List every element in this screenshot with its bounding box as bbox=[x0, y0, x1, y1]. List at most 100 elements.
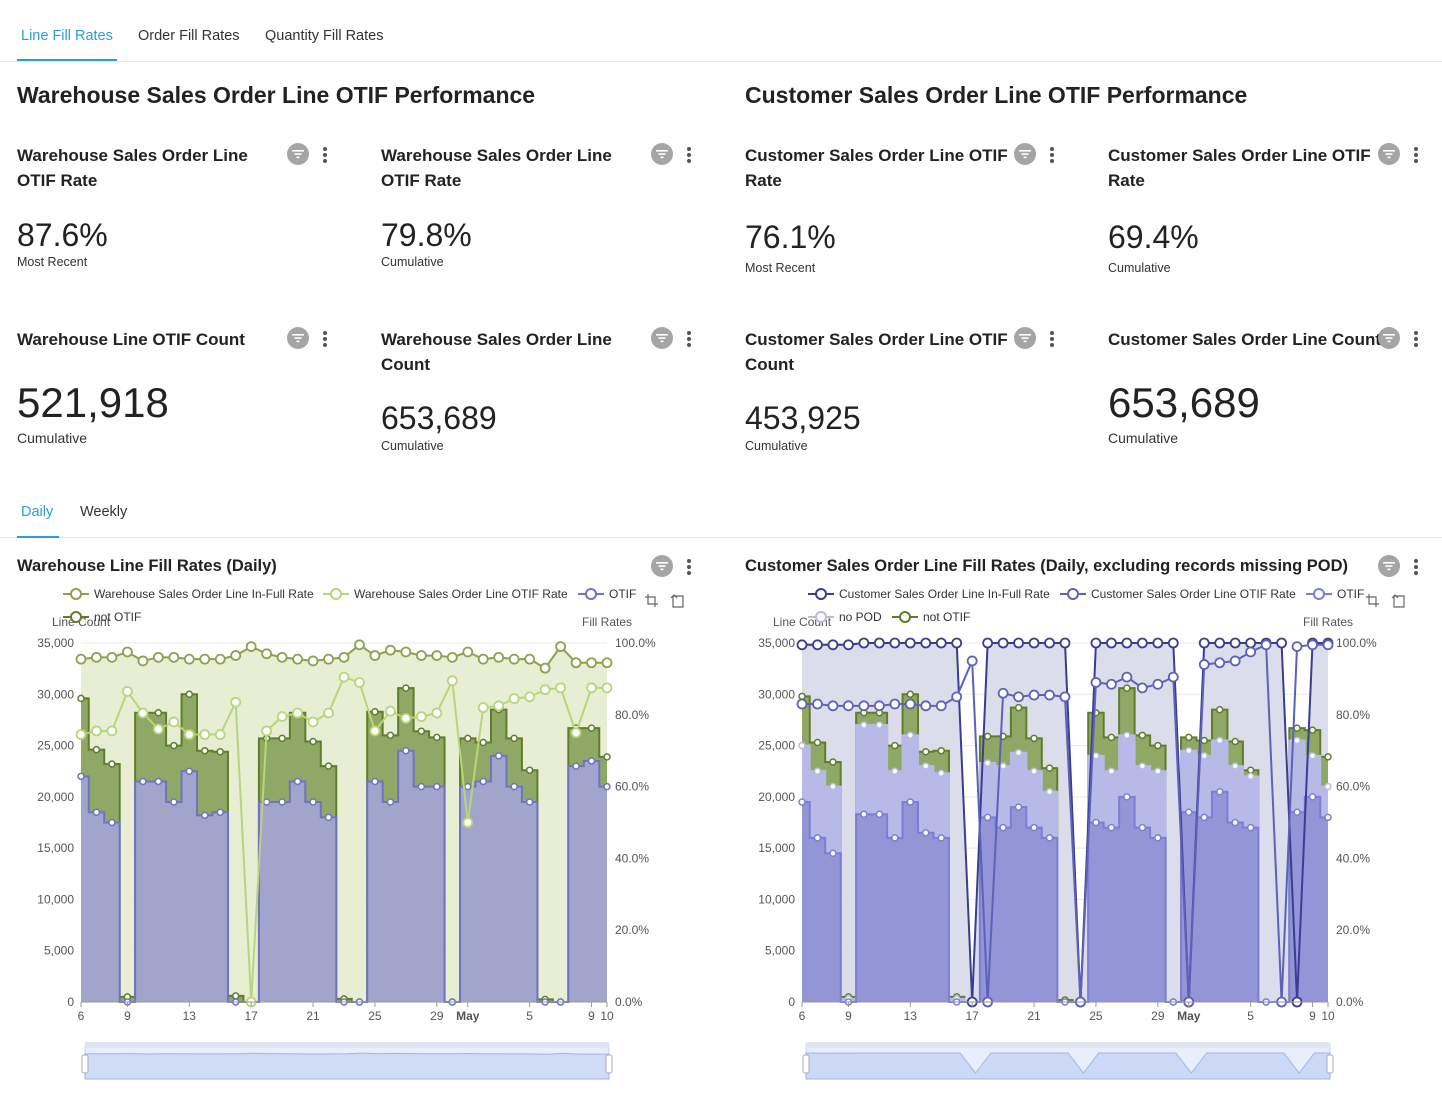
otif-point[interactable] bbox=[1324, 813, 1332, 822]
otif-rate-point[interactable] bbox=[539, 684, 551, 696]
data-zoom-handle-left[interactable] bbox=[81, 1054, 89, 1074]
not-otif-point[interactable] bbox=[829, 758, 837, 766]
otif-rate-point[interactable] bbox=[183, 729, 195, 740]
not-otif-point[interactable] bbox=[1030, 734, 1038, 743]
filter-icon[interactable] bbox=[1014, 143, 1036, 165]
not-otif-point[interactable] bbox=[1154, 741, 1162, 750]
in-full-rate-point[interactable] bbox=[812, 639, 823, 651]
filter-icon[interactable] bbox=[651, 143, 673, 165]
no-pod-point[interactable] bbox=[813, 767, 822, 775]
in-full-rate-point[interactable] bbox=[400, 646, 412, 658]
otif-rate-point[interactable] bbox=[75, 729, 87, 740]
legend-item-otif-rate[interactable]: Customer Sales Order Line OTIF Rate bbox=[1091, 587, 1296, 601]
otif-rate-point[interactable] bbox=[1291, 641, 1303, 652]
not-otif-point[interactable] bbox=[201, 746, 209, 755]
otif-point[interactable] bbox=[999, 823, 1007, 832]
otif-point[interactable] bbox=[1107, 823, 1116, 832]
otif-rate-point[interactable] bbox=[1106, 678, 1117, 690]
filter-icon[interactable] bbox=[1378, 555, 1400, 577]
no-pod-point[interactable] bbox=[1231, 762, 1239, 770]
otif-rate-point[interactable] bbox=[1245, 646, 1257, 658]
in-full-rate-point[interactable] bbox=[997, 637, 1009, 649]
in-full-rate-point[interactable] bbox=[796, 639, 808, 651]
not-otif-point[interactable] bbox=[1215, 705, 1224, 714]
in-full-rate-point[interactable] bbox=[199, 653, 211, 665]
not-otif-point[interactable] bbox=[417, 727, 426, 735]
in-full-rate-point[interactable] bbox=[415, 650, 427, 661]
not-otif-point[interactable] bbox=[185, 690, 194, 699]
not-otif-point[interactable] bbox=[798, 692, 806, 701]
in-full-rate-point[interactable] bbox=[982, 637, 994, 649]
otif-rate-point[interactable] bbox=[997, 687, 1009, 699]
kebab-menu-icon[interactable] bbox=[1048, 146, 1056, 164]
filter-icon[interactable] bbox=[651, 555, 673, 577]
otif-rate-point[interactable] bbox=[400, 712, 412, 724]
in-full-rate-point[interactable] bbox=[369, 650, 381, 661]
otif-point[interactable] bbox=[278, 798, 286, 806]
no-pod-point[interactable] bbox=[922, 762, 930, 770]
otif-point[interactable] bbox=[1030, 823, 1038, 832]
kebab-menu-icon[interactable] bbox=[1412, 558, 1420, 576]
no-pod-point[interactable] bbox=[983, 759, 992, 767]
otif-point[interactable] bbox=[1200, 813, 1208, 822]
filter-icon[interactable] bbox=[287, 143, 309, 165]
otif-point[interactable] bbox=[464, 782, 472, 791]
kebab-menu-icon[interactable] bbox=[1412, 330, 1420, 348]
kebab-menu-icon[interactable] bbox=[685, 558, 693, 576]
otif-rate-point[interactable] bbox=[904, 698, 916, 710]
otif-rate-point[interactable] bbox=[827, 700, 839, 712]
filter-icon[interactable] bbox=[1378, 143, 1400, 165]
otif-point[interactable] bbox=[494, 752, 503, 760]
in-full-rate-point[interactable] bbox=[1059, 637, 1071, 649]
otif-rate-point[interactable] bbox=[292, 707, 303, 719]
otif-point[interactable] bbox=[108, 818, 116, 827]
in-full-rate-point[interactable] bbox=[1198, 637, 1210, 649]
otif-rate-point[interactable] bbox=[1260, 639, 1272, 651]
in-full-rate-point[interactable] bbox=[586, 657, 597, 669]
tab-daily[interactable]: Daily bbox=[21, 504, 53, 520]
not-otif-point[interactable] bbox=[1293, 724, 1301, 732]
no-pod-point[interactable] bbox=[891, 767, 899, 775]
not-otif-point[interactable] bbox=[1308, 726, 1317, 734]
not-otif-point[interactable] bbox=[1107, 733, 1116, 742]
otif-rate-point[interactable] bbox=[966, 655, 978, 667]
legend-item-no-pod[interactable]: no POD bbox=[839, 610, 882, 624]
otif-point[interactable] bbox=[309, 798, 317, 806]
otif-rate-point[interactable] bbox=[1322, 639, 1334, 651]
in-full-rate-point[interactable] bbox=[323, 653, 334, 665]
otif-point[interactable] bbox=[1014, 803, 1023, 811]
not-otif-point[interactable] bbox=[1045, 764, 1054, 772]
otif-point[interactable] bbox=[1215, 787, 1224, 796]
otif-point[interactable] bbox=[937, 834, 945, 842]
no-pod-point[interactable] bbox=[937, 769, 945, 778]
not-otif-point[interactable] bbox=[1231, 737, 1239, 746]
in-full-rate-point[interactable] bbox=[827, 639, 839, 651]
in-full-rate-point[interactable] bbox=[1028, 637, 1040, 649]
otif-rate-point[interactable] bbox=[354, 677, 365, 688]
data-zoom-handle-right[interactable] bbox=[1326, 1054, 1334, 1074]
otif-point[interactable] bbox=[417, 782, 426, 791]
filter-icon[interactable] bbox=[651, 327, 673, 349]
otif-point[interactable] bbox=[139, 777, 147, 786]
data-zoom-icon[interactable] bbox=[1366, 594, 1379, 607]
otif-rate-point[interactable] bbox=[586, 682, 597, 694]
otif-rate-point[interactable] bbox=[168, 716, 180, 728]
in-full-rate-point[interactable] bbox=[462, 646, 474, 658]
not-otif-point[interactable] bbox=[371, 707, 379, 716]
in-full-rate-point[interactable] bbox=[601, 657, 613, 669]
otif-rate-point[interactable] bbox=[477, 702, 489, 714]
zoom-reset-icon[interactable] bbox=[670, 594, 684, 608]
otif-rate-point[interactable] bbox=[1059, 691, 1071, 703]
otif-rate-point[interactable] bbox=[1028, 689, 1040, 701]
in-full-rate-point[interactable] bbox=[261, 648, 273, 660]
otif-rate-point[interactable] bbox=[1090, 677, 1102, 688]
tab-order-fill-rates[interactable]: Order Fill Rates bbox=[138, 28, 240, 44]
otif-rate-point[interactable] bbox=[307, 716, 319, 728]
not-otif-point[interactable] bbox=[324, 762, 333, 770]
not-otif-point[interactable] bbox=[510, 734, 518, 743]
otif-point[interactable] bbox=[433, 782, 441, 791]
in-full-rate-point[interactable] bbox=[292, 653, 303, 665]
otif-rate-point[interactable] bbox=[508, 693, 520, 705]
otif-point[interactable] bbox=[479, 777, 487, 786]
in-full-rate-point[interactable] bbox=[1245, 637, 1257, 649]
